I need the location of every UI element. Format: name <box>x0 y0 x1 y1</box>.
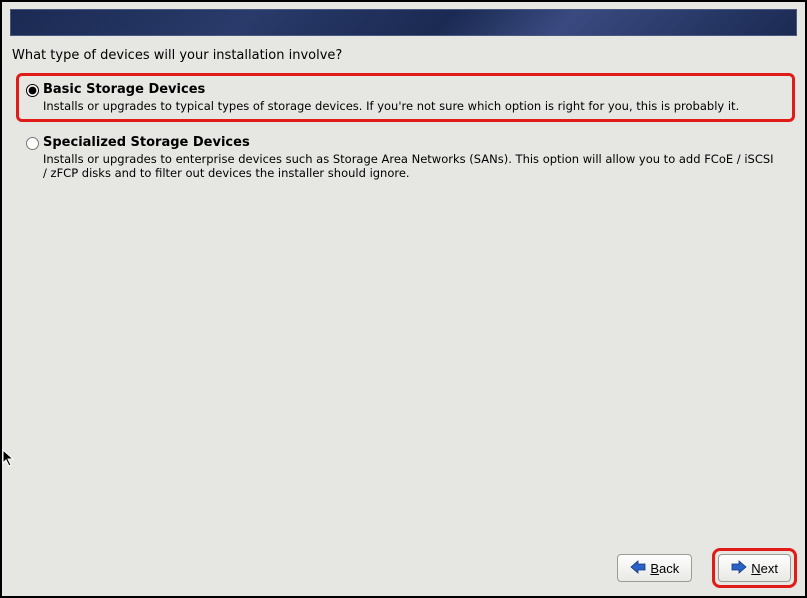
radio-specialized-storage[interactable] <box>26 137 39 150</box>
option-specialized-storage[interactable]: Specialized Storage Devices Installs or … <box>16 126 795 189</box>
option-basic-storage[interactable]: Basic Storage Devices Installs or upgrad… <box>16 73 795 122</box>
next-button-wrap: Next <box>712 548 797 588</box>
next-button[interactable]: Next <box>718 554 791 582</box>
back-button[interactable]: Back <box>617 554 692 582</box>
button-bar: Back Next <box>611 548 797 588</box>
footer: Back Next <box>2 538 805 596</box>
arrow-right-icon <box>731 560 747 577</box>
back-button-wrap: Back <box>611 548 698 588</box>
header-banner <box>10 9 797 36</box>
radio-basic-storage[interactable] <box>26 84 39 97</box>
mouse-cursor-icon <box>2 449 16 467</box>
prompt-text: What type of devices will your installat… <box>12 48 795 63</box>
main-content: What type of devices will your installat… <box>2 36 805 189</box>
next-label: Next <box>751 561 778 576</box>
back-label: Back <box>650 561 679 576</box>
arrow-left-icon <box>630 560 646 577</box>
option-basic-desc: Installs or upgrades to typical types of… <box>43 99 780 113</box>
storage-options: Basic Storage Devices Installs or upgrad… <box>12 73 795 189</box>
option-specialized-desc: Installs or upgrades to enterprise devic… <box>43 152 780 181</box>
option-basic-title: Basic Storage Devices <box>43 82 780 98</box>
option-specialized-title: Specialized Storage Devices <box>43 135 780 151</box>
